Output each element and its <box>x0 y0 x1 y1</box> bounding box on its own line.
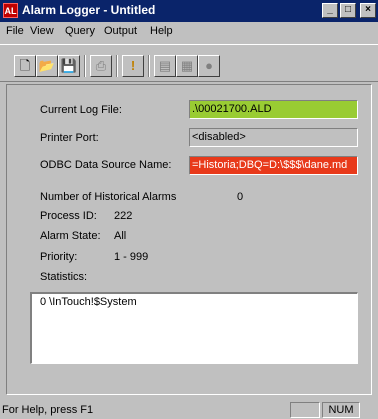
printer-port-label: Printer Port: <box>40 132 99 144</box>
save-icon[interactable]: 💾 <box>58 55 80 77</box>
alarm-state-value: All <box>114 230 127 242</box>
current-log-file-label: Current Log File: <box>40 104 122 116</box>
toolbar-separator <box>84 55 86 77</box>
menu-help[interactable]: Help <box>150 25 173 37</box>
process-id-value: 222 <box>114 210 133 222</box>
close-button[interactable]: × <box>360 3 376 18</box>
menu-bar: File View Query Output Help <box>0 23 378 41</box>
size-grip-icon[interactable] <box>362 402 376 418</box>
status-help-text: For Help, press F1 <box>2 404 94 416</box>
menu-view[interactable]: View <box>30 25 54 37</box>
alarm-state-label: Alarm State: <box>40 230 101 242</box>
priority-value: 1 - 999 <box>114 251 149 263</box>
toolbar-separator <box>148 55 150 77</box>
menu-file[interactable]: File <box>6 25 24 37</box>
exclamation-icon[interactable]: ! <box>122 55 144 77</box>
status-pane-empty <box>290 402 320 418</box>
printer-port-field[interactable]: <disabled> <box>189 128 358 147</box>
num-lock-indicator: NUM <box>322 402 360 418</box>
print-icon[interactable]: ⎙ <box>90 55 112 77</box>
menu-output[interactable]: Output <box>104 25 137 37</box>
pointer-icon[interactable]: ● <box>198 55 220 77</box>
priority-label: Priority: <box>40 251 78 263</box>
alarm-logger-app-icon[interactable]: AL <box>3 3 18 18</box>
status-bar: For Help, press F1 NUM <box>0 401 378 419</box>
window-title: Alarm Logger - Untitled <box>22 3 156 17</box>
title-bar[interactable]: AL Alarm Logger - Untitled _ □ × <box>0 0 378 22</box>
statistics-label: Statistics: <box>40 271 88 283</box>
open-icon[interactable]: 📂 <box>36 55 58 77</box>
historical-alarms-value: 0 <box>237 191 244 203</box>
statistics-list[interactable]: 0 \InTouch!$System <box>30 292 358 364</box>
current-log-file-field[interactable]: .\00021700.ALD <box>189 100 358 119</box>
historical-alarms-label: Number of Historical Alarms <box>40 191 177 203</box>
toolbar-separator <box>116 55 118 77</box>
new-icon[interactable]: 🗋 <box>14 55 36 77</box>
list-item[interactable]: 0 \InTouch!$System <box>40 296 349 308</box>
maximize-button[interactable]: □ <box>340 3 356 18</box>
process-id-label: Process ID: <box>40 210 97 222</box>
historical-icon[interactable]: ▤ <box>154 55 176 77</box>
toolbar: 🗋 📂 💾 ⎙ ! ▤ ▦ ● <box>0 44 378 82</box>
odbc-label: ODBC Data Source Name: <box>40 159 172 171</box>
minimize-button[interactable]: _ <box>322 3 338 18</box>
query-icon[interactable]: ▦ <box>176 55 198 77</box>
menu-query[interactable]: Query <box>65 25 95 37</box>
odbc-data-source-field[interactable]: =Historia;DBQ=D:\$$$\dane.md <box>189 156 358 175</box>
